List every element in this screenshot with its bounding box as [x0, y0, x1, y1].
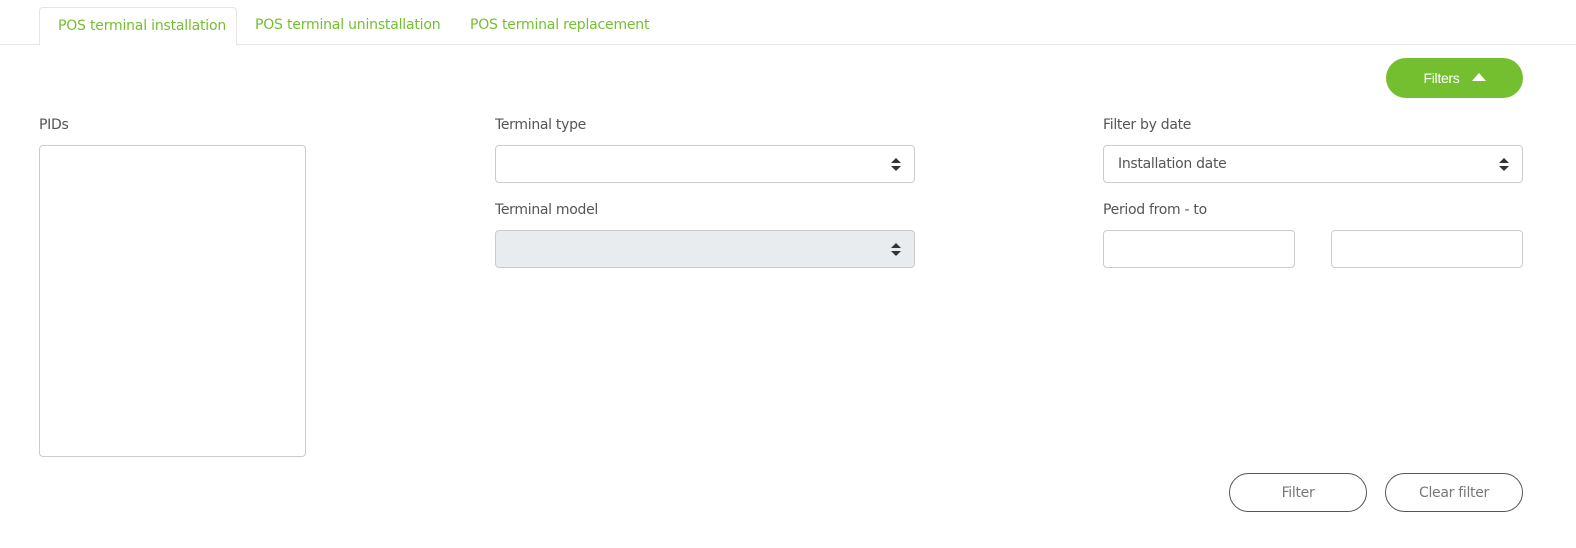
- terminal-model-label: Terminal model: [495, 202, 599, 218]
- tab-bar: POS terminal installation POS terminal u…: [0, 0, 1576, 46]
- terminal-type-label: Terminal type: [495, 117, 586, 133]
- period-to-input[interactable]: [1331, 230, 1523, 268]
- filter-button[interactable]: Filter: [1229, 473, 1367, 512]
- caret-up-icon: [1471, 73, 1486, 81]
- tab-pos-terminal-uninstallation[interactable]: POS terminal uninstallation: [237, 7, 458, 46]
- period-from-input[interactable]: [1103, 230, 1295, 268]
- period-label: Period from - to: [1103, 202, 1207, 218]
- filter-by-date-select[interactable]: Installation date: [1103, 145, 1523, 183]
- pids-label: PIDs: [39, 117, 69, 133]
- filter-by-date-label: Filter by date: [1103, 117, 1192, 133]
- tab-pos-terminal-replacement[interactable]: POS terminal replacement: [452, 7, 667, 46]
- sort-updown-icon: [1499, 158, 1509, 171]
- filter-by-date-value: Installation date: [1118, 156, 1227, 172]
- sort-updown-icon: [891, 158, 901, 171]
- tab-pos-terminal-installation[interactable]: POS terminal installation: [39, 7, 237, 46]
- clear-filter-button[interactable]: Clear filter: [1385, 473, 1523, 512]
- terminal-model-select[interactable]: [495, 230, 915, 268]
- terminal-type-select[interactable]: [495, 145, 915, 183]
- filters-toggle-label: Filters: [1423, 70, 1460, 86]
- pids-textarea[interactable]: [39, 145, 306, 457]
- sort-updown-icon: [891, 243, 901, 256]
- filters-toggle-button[interactable]: Filters: [1386, 58, 1523, 98]
